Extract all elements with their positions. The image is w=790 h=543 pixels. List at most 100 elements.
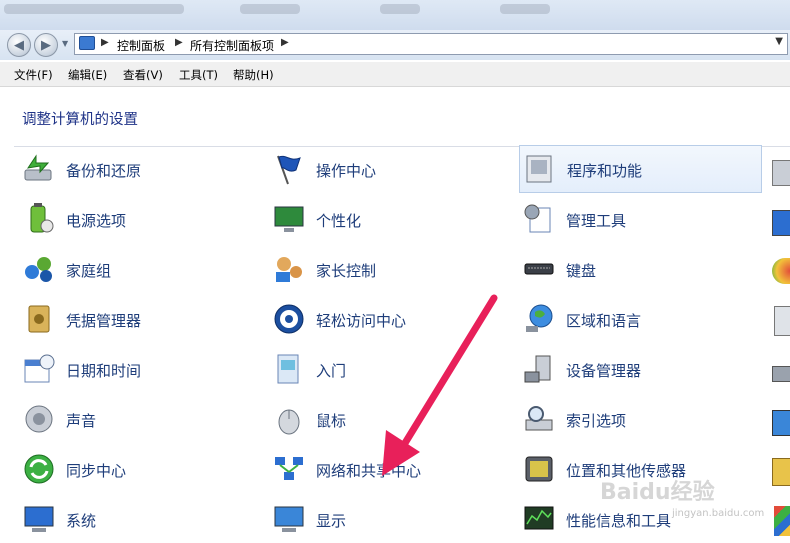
sync-center-icon (24, 454, 54, 484)
address-dropdown-icon[interactable]: ▼ (775, 36, 783, 47)
partial-item-icon[interactable] (772, 458, 790, 486)
keyboard-icon (524, 263, 554, 275)
item-homegroup[interactable]: 家庭组 (22, 247, 262, 293)
parental-controls-icon (276, 257, 302, 282)
partial-item-icon[interactable] (774, 306, 790, 336)
performance-tools-icon (524, 506, 554, 530)
getting-started-icon (277, 354, 299, 384)
item-device-manager[interactable]: 设备管理器 (522, 347, 762, 393)
network-sharing-icon (275, 457, 303, 480)
item-label: 家长控制 (316, 262, 377, 280)
sound-icon (25, 405, 53, 433)
control-panel-icon (79, 36, 95, 50)
partial-item-icon[interactable] (774, 506, 790, 536)
item-ease-of-access[interactable]: 轻松访问中心 (272, 297, 512, 343)
personalization-icon (274, 206, 304, 232)
title-bar (0, 0, 790, 30)
item-indexing-options[interactable]: 索引选项 (522, 397, 762, 443)
item-action-center[interactable]: 操作中心 (272, 147, 512, 193)
programs-features-icon (526, 155, 552, 183)
indexing-options-icon (525, 406, 553, 431)
item-personalization[interactable]: 个性化 (272, 197, 512, 243)
backup-restore-icon (24, 154, 52, 181)
partial-item-icon[interactable] (772, 258, 790, 284)
breadcrumb-separator-icon[interactable]: ▶ (101, 37, 109, 48)
credential-manager-icon (28, 305, 50, 333)
item-region-language[interactable]: 区域和语言 (522, 297, 762, 343)
date-time-icon (24, 354, 55, 383)
item-credential-manager[interactable]: 凭据管理器 (22, 297, 262, 343)
item-label: 程序和功能 (567, 162, 643, 180)
partial-item-icon[interactable] (772, 160, 790, 186)
administrative-tools-icon (524, 204, 551, 233)
menu-bar: 文件(F) 编辑(E) 查看(V) 工具(T) 帮助(H) (0, 62, 790, 87)
watermark-url: jingyan.baidu.com (672, 508, 765, 519)
system-icon (24, 506, 54, 532)
address-bar[interactable]: ▶ 控制面板 ▶ 所有控制面板项 ▶ ▼ (74, 33, 788, 55)
item-label: 凭据管理器 (66, 312, 142, 330)
item-label: 同步中心 (66, 462, 127, 480)
location-sensors-icon (525, 456, 553, 482)
breadcrumb-separator-icon[interactable]: ▶ (281, 37, 289, 48)
item-keyboard[interactable]: 键盘 (522, 247, 762, 293)
ease-of-access-icon (274, 304, 304, 334)
item-sync-center[interactable]: 同步中心 (22, 447, 262, 493)
item-backup-restore[interactable]: 备份和还原 (22, 147, 262, 193)
watermark-logo: Baidu经验 (600, 480, 715, 505)
recent-pages-dropdown[interactable]: ▼ (62, 39, 70, 49)
item-label: 系统 (66, 512, 97, 530)
mouse-icon (278, 409, 300, 435)
item-label: 性能信息和工具 (566, 512, 672, 530)
item-label: 入门 (316, 362, 347, 380)
item-mouse[interactable]: 鼠标 (272, 397, 512, 443)
item-label: 家庭组 (66, 262, 112, 280)
item-label: 操作中心 (316, 162, 377, 180)
partial-item-icon[interactable] (772, 210, 790, 236)
menu-help[interactable]: 帮助(H) (233, 67, 274, 83)
item-power-options[interactable]: 电源选项 (22, 197, 262, 243)
item-label: 设备管理器 (566, 362, 642, 380)
item-label: 管理工具 (566, 212, 627, 230)
item-label: 鼠标 (316, 412, 347, 430)
item-label: 个性化 (316, 212, 362, 230)
item-date-time[interactable]: 日期和时间 (22, 347, 262, 393)
item-label: 显示 (316, 512, 347, 530)
item-label: 轻松访问中心 (316, 312, 407, 330)
device-manager-icon (524, 355, 551, 383)
homegroup-icon (25, 257, 52, 282)
item-label: 电源选项 (66, 212, 127, 230)
menu-view[interactable]: 查看(V) (123, 67, 163, 83)
back-button[interactable]: ◀ (7, 33, 31, 57)
item-display[interactable]: 显示 (272, 497, 512, 543)
power-options-icon (30, 203, 54, 233)
item-label: 日期和时间 (66, 362, 142, 380)
item-label: 备份和还原 (66, 162, 142, 180)
forward-button[interactable]: ▶ (34, 33, 58, 57)
item-label: 索引选项 (566, 412, 627, 430)
action-center-flag-icon (277, 155, 301, 185)
item-programs-features[interactable]: 程序和功能 (519, 145, 762, 193)
page-title: 调整计算机的设置 (22, 112, 138, 128)
partial-item-icon[interactable] (772, 366, 790, 382)
forward-arrow-icon: ▶ (41, 37, 51, 53)
item-label: 网络和共享中心 (316, 462, 422, 480)
region-language-icon (526, 304, 553, 332)
partial-item-icon[interactable] (772, 410, 790, 436)
breadcrumb-all-items[interactable]: 所有控制面板项 (190, 37, 274, 54)
back-arrow-icon: ◀ (14, 37, 24, 53)
item-administrative-tools[interactable]: 管理工具 (522, 197, 762, 243)
breadcrumb-separator-icon[interactable]: ▶ (175, 37, 183, 48)
menu-edit[interactable]: 编辑(E) (68, 67, 107, 83)
breadcrumb-control-panel[interactable]: 控制面板 (117, 37, 165, 54)
item-label: 声音 (66, 412, 97, 430)
item-label: 键盘 (566, 262, 597, 280)
item-parental-controls[interactable]: 家长控制 (272, 247, 512, 293)
item-network-sharing[interactable]: 网络和共享中心 (272, 447, 512, 493)
menu-tools[interactable]: 工具(T) (179, 67, 218, 83)
item-system[interactable]: 系统 (22, 497, 262, 543)
display-icon (274, 506, 304, 532)
item-sound[interactable]: 声音 (22, 397, 262, 443)
item-getting-started[interactable]: 入门 (272, 347, 512, 393)
menu-file[interactable]: 文件(F) (14, 67, 53, 83)
item-label: 区域和语言 (566, 312, 642, 330)
